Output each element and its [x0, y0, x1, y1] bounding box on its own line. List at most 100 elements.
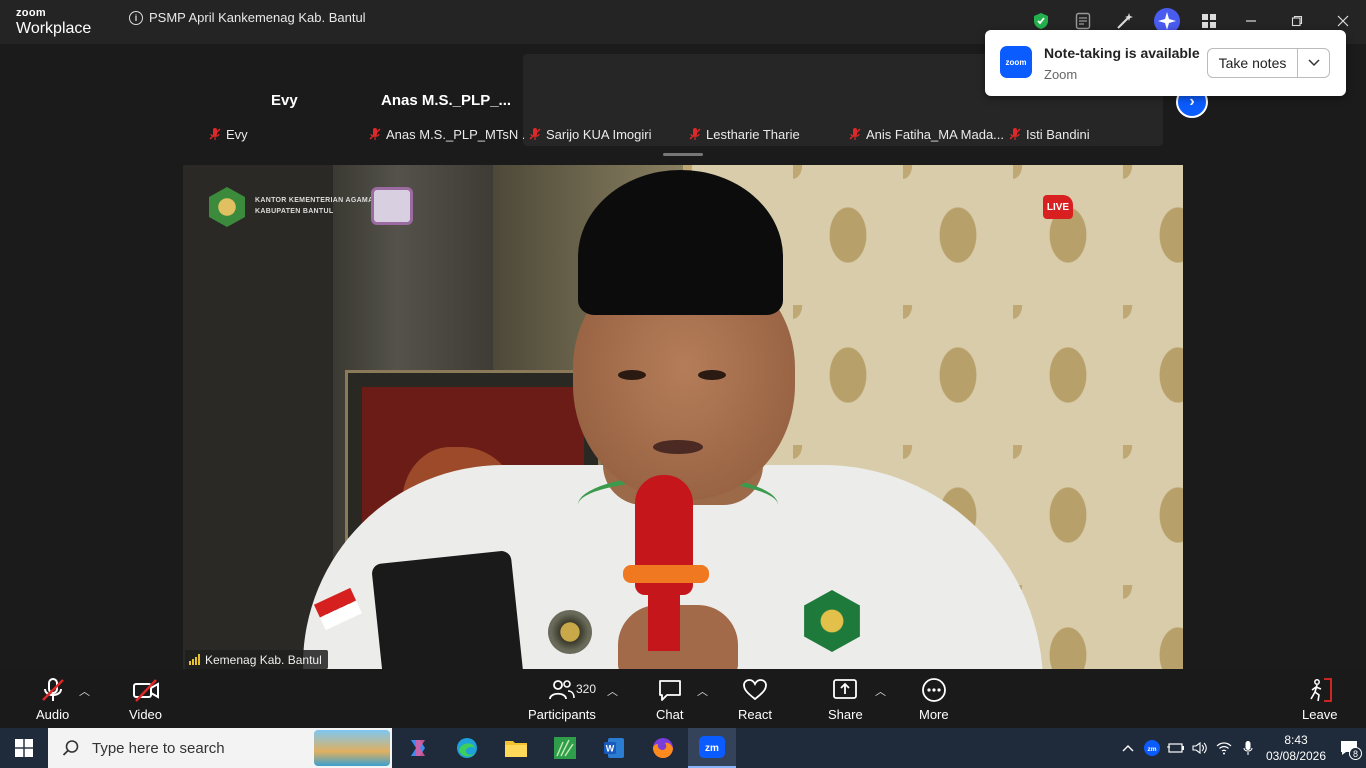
speaker-name-tag: Kemenag Kab. Bantul: [185, 650, 328, 669]
muted-mic-icon: [689, 128, 701, 140]
participants-label: Participants: [528, 707, 596, 722]
taskbar-search[interactable]: Type here to search: [48, 728, 392, 768]
audio-label: Audio: [36, 707, 70, 722]
wifi-icon[interactable]: [1212, 728, 1236, 768]
chat-bubble-icon: [658, 680, 681, 701]
volume-icon[interactable]: [1188, 728, 1212, 768]
gallery-name-evy: Evy: [271, 92, 298, 109]
audio-options-caret-icon[interactable]: ︿: [79, 683, 90, 699]
tile-label: Sarijo KUA Imogiri: [546, 126, 652, 142]
speaker-eye: [698, 370, 726, 380]
show-hidden-icons-chevron-up-icon[interactable]: [1116, 728, 1140, 768]
secondary-logo: [371, 187, 413, 225]
copilot-taskbar-icon[interactable]: [394, 728, 442, 768]
gallery-tile[interactable]: Anas M.S._PLP_MTsN ...: [364, 124, 524, 144]
video-button[interactable]: Video: [129, 677, 162, 722]
leave-door-icon: [1310, 678, 1332, 702]
notification-center-icon[interactable]: 8: [1332, 728, 1366, 768]
photo-app-icon[interactable]: [541, 728, 589, 768]
file-explorer-icon[interactable]: [492, 728, 540, 768]
search-placeholder: Type here to search: [92, 739, 225, 757]
chat-options-caret-icon[interactable]: ︿: [697, 683, 708, 699]
active-speaker-video[interactable]: KANTOR KEMENTERIAN AGAMA KABUPATEN BANTU…: [183, 165, 1183, 669]
more-dots-icon: [921, 678, 946, 702]
tile-label: Evy: [226, 126, 248, 142]
note-taking-notification: zoom Note-taking is available Zoom Take …: [985, 30, 1346, 96]
share-screen-icon: [833, 679, 858, 699]
taskbar-clock[interactable]: 8:43 03/08/2026: [1260, 732, 1332, 764]
leave-button[interactable]: Leave: [1302, 677, 1337, 722]
zoom-app-icon: zoom: [1000, 46, 1032, 78]
microphone-in-use-icon[interactable]: [1236, 728, 1260, 768]
zoom-logo: zoom Workplace: [16, 8, 91, 37]
more-button[interactable]: More: [919, 677, 949, 722]
svg-text:zm: zm: [1147, 746, 1156, 753]
video-label: Video: [129, 707, 163, 722]
info-icon[interactable]: i: [129, 10, 143, 25]
system-tray: zm 8:43 03/08/2026 8: [1116, 728, 1366, 768]
gallery-tile[interactable]: Isti Bandini: [1004, 124, 1154, 144]
svg-text:W: W: [606, 744, 615, 754]
chat-button[interactable]: Chat: [656, 677, 683, 722]
notification-count-badge: 8: [1349, 747, 1362, 760]
meeting-toolbar: Audio ︿ Video Participants 320 ︿ Chat ︿ …: [0, 669, 1366, 728]
video-background-wall: [183, 165, 333, 669]
microphone-handle: [648, 581, 680, 651]
speaker-mouth: [653, 440, 703, 454]
tablet-device: [371, 550, 525, 669]
windows-logo-icon: [15, 739, 33, 757]
microphone-ring: [623, 565, 709, 583]
chat-label: Chat: [656, 707, 684, 722]
zoom-tray-icon[interactable]: zm: [1140, 728, 1164, 768]
gallery-tile[interactable]: Anis Fatiha_MA Mada...: [844, 124, 1004, 144]
zoom-window: zoom Workplace i PSMP April Kankemenag K…: [0, 0, 1366, 728]
muted-mic-icon: [209, 128, 221, 140]
live-badge: LIVE: [1043, 195, 1073, 219]
search-icon: [62, 740, 79, 756]
shirt-pin-badge: [548, 610, 592, 654]
zoom-taskbar-icon[interactable]: zm: [688, 728, 736, 768]
brand-large: Workplace: [16, 20, 92, 37]
share-options-caret-icon[interactable]: ︿: [875, 683, 886, 699]
participants-icon: [549, 680, 575, 700]
gallery-tile[interactable]: Sarijo KUA Imogiri: [524, 124, 684, 144]
take-notes-button[interactable]: Take notes: [1208, 49, 1298, 77]
search-highlight-image: [314, 730, 390, 766]
clock-date: 03/08/2026: [1265, 749, 1327, 763]
gallery-name-anas: Anas M.S._PLP_...: [381, 92, 512, 109]
gallery-tile[interactable]: Lestharie Tharie: [684, 124, 844, 144]
heart-icon: [743, 679, 767, 701]
word-app-icon[interactable]: W: [590, 728, 638, 768]
participants-options-caret-icon[interactable]: ︿: [607, 683, 618, 699]
react-label: React: [738, 707, 772, 722]
brand-small: zoom: [16, 7, 46, 19]
take-notes-dropdown[interactable]: [1298, 49, 1329, 77]
notification-subtitle: Zoom: [1044, 67, 1078, 82]
meeting-title: PSMP April Kankemenag Kab. Bantul: [149, 10, 366, 25]
muted-mic-icon: [849, 128, 861, 140]
windows-taskbar: Type here to search W zm zm 8:43 03/08/2…: [0, 728, 1366, 768]
share-label: Share: [828, 707, 863, 722]
org-text-line2: KABUPATEN BANTUL: [255, 208, 334, 215]
gallery-tiles: Evy Anas M.S._PLP_MTsN ... Sarijo KUA Im…: [204, 124, 1154, 144]
muted-mic-icon: [1009, 128, 1021, 140]
start-button[interactable]: [0, 728, 48, 768]
battery-charging-icon[interactable]: [1164, 728, 1188, 768]
gallery-resize-handle[interactable]: [663, 153, 703, 156]
notification-title: Note-taking is available: [1044, 45, 1200, 61]
gallery-tile[interactable]: Evy: [204, 124, 364, 144]
audio-button[interactable]: Audio: [36, 677, 69, 722]
react-button[interactable]: React: [738, 677, 772, 722]
edge-browser-icon[interactable]: [443, 728, 491, 768]
firefox-browser-icon[interactable]: [639, 728, 687, 768]
share-button[interactable]: Share: [828, 677, 863, 722]
chevron-down-icon: [1307, 59, 1320, 67]
meeting-info[interactable]: i PSMP April Kankemenag Kab. Bantul: [129, 10, 366, 25]
more-label: More: [919, 707, 949, 722]
muted-mic-icon: [41, 678, 64, 701]
muted-mic-icon: [369, 128, 381, 140]
leave-label: Leave: [1302, 707, 1338, 722]
tile-label: Isti Bandini: [1026, 126, 1090, 142]
org-overlay-text: KANTOR KEMENTERIAN AGAMA KABUPATEN BANTU…: [255, 195, 373, 217]
tile-label: Lestharie Tharie: [706, 126, 800, 142]
